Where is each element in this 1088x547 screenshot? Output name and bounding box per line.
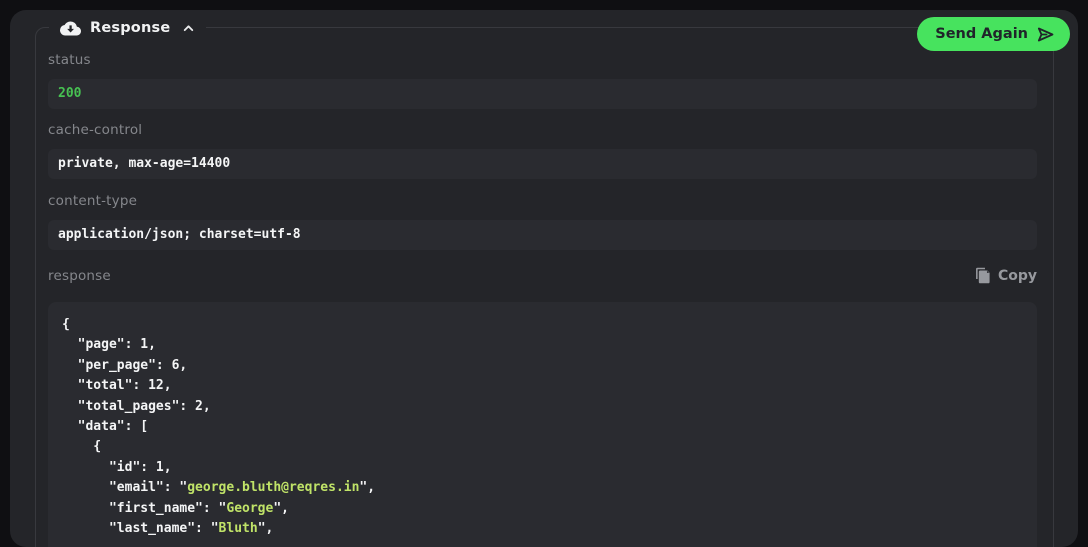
code-line: "total_pages": 2, — [62, 397, 1023, 417]
response-section: Response status 200 cache-control privat… — [35, 27, 1054, 547]
header-label-status: status — [48, 52, 1037, 68]
code-line: "per_page": 6, — [62, 356, 1023, 376]
header-value-cache-control: private, max-age=14400 — [48, 149, 1037, 179]
response-panel: Send Again Response status 2 — [10, 10, 1078, 547]
copy-button[interactable]: Copy — [974, 267, 1037, 284]
code-line: "email": "george.bluth@reqres.in", — [62, 478, 1023, 498]
code-line: "data": [ — [62, 417, 1023, 437]
code-line: { — [62, 315, 1023, 335]
header-label-cache-control: cache-control — [48, 122, 1037, 138]
code-line: "last_name": "Bluth", — [62, 519, 1023, 539]
response-body[interactable]: { "page": 1, "per_page": 6, "total": 12,… — [48, 302, 1037, 547]
cloud-download-icon — [60, 20, 81, 36]
copy-label: Copy — [998, 268, 1037, 284]
send-again-button[interactable]: Send Again — [917, 17, 1070, 51]
header-value-status: 200 — [48, 79, 1037, 109]
response-label: response — [48, 268, 111, 284]
copy-pages-icon — [974, 267, 991, 284]
chevron-up-icon — [182, 22, 195, 35]
send-arrow-icon — [1036, 25, 1055, 44]
header-label-content-type: content-type — [48, 193, 1037, 209]
code-line: "first_name": "George", — [62, 499, 1023, 519]
code-line: "total": 12, — [62, 376, 1023, 396]
code-line: { — [62, 437, 1023, 457]
panel-title: Response — [90, 20, 170, 36]
header-value-content-type: application/json; charset=utf-8 — [48, 220, 1037, 250]
response-section-toggle[interactable]: Response — [49, 16, 206, 40]
code-line: "id": 1, — [62, 458, 1023, 478]
response-toolbar: response Copy — [48, 267, 1037, 284]
send-again-label: Send Again — [935, 26, 1028, 42]
code-line: "page": 1, — [62, 335, 1023, 355]
